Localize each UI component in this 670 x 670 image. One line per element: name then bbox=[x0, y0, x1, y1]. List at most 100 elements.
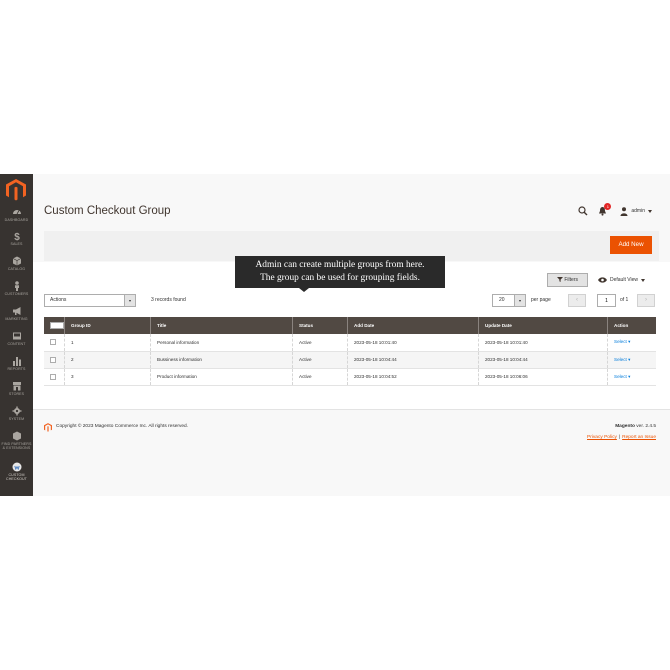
col-header-add-date[interactable]: Add Date bbox=[347, 317, 479, 334]
select-link[interactable]: Select bbox=[614, 357, 627, 362]
row-checkbox[interactable] bbox=[50, 373, 56, 380]
search-icon[interactable] bbox=[578, 206, 588, 216]
next-page-button[interactable]: › bbox=[637, 294, 655, 307]
mass-actions-dropdown[interactable]: Actions ▾ bbox=[44, 294, 136, 307]
report-issue-link[interactable]: Report an Issue bbox=[622, 435, 656, 440]
col-header-group-id[interactable]: Group ID bbox=[64, 317, 151, 334]
cell-add-date: 2023-05-18 10:01:40 bbox=[347, 334, 479, 352]
col-header-title[interactable]: Title bbox=[150, 317, 293, 334]
previous-page-button[interactable]: ‹ bbox=[568, 294, 586, 307]
box-icon bbox=[12, 431, 21, 441]
sidebar-item-label: System bbox=[8, 417, 25, 421]
admin-window: Dashboard $ Sales Catalog Customers Mark… bbox=[0, 174, 670, 496]
sidebar-item-customers[interactable]: Customers bbox=[0, 281, 33, 296]
chevron-down-icon bbox=[640, 278, 645, 282]
cell-status: Active bbox=[292, 351, 348, 369]
user-icon bbox=[620, 206, 628, 216]
col-header-action: Action bbox=[607, 317, 656, 334]
row-action-select[interactable]: Select ▾ bbox=[607, 368, 656, 386]
chevron-down-icon: ▾ bbox=[628, 356, 631, 362]
select-link[interactable]: Select bbox=[614, 339, 627, 344]
table-row[interactable]: 2 Bussiness information Active 2023-05-1… bbox=[44, 351, 656, 369]
magento-footer-logo-icon bbox=[44, 423, 52, 432]
sidebar-item-reports[interactable]: Reports bbox=[0, 356, 33, 371]
sidebar-item-label: Reports bbox=[7, 367, 26, 371]
cell-update-date: 2023-05-18 10:04:44 bbox=[478, 351, 608, 369]
content-icon bbox=[12, 332, 21, 340]
cell-title: Product information bbox=[150, 368, 293, 386]
version-text: Magento ver. 2.4.5 bbox=[615, 424, 656, 429]
eye-icon bbox=[598, 277, 607, 283]
page-total-label: of 1 bbox=[620, 297, 629, 303]
per-page-label: per page bbox=[531, 297, 551, 303]
table-row[interactable]: 1 Personal information Active 2023-05-18… bbox=[44, 334, 656, 352]
cell-group-id: 1 bbox=[64, 334, 151, 352]
cell-update-date: 2023-05-18 10:06:06 bbox=[478, 368, 608, 386]
row-checkbox[interactable] bbox=[50, 356, 56, 363]
magento-logo-icon[interactable] bbox=[6, 179, 26, 201]
version-number: ver. 2.4.5 bbox=[636, 424, 656, 429]
cube-icon bbox=[12, 256, 21, 266]
chevron-down-icon: ▾ bbox=[628, 373, 631, 379]
add-new-button[interactable]: Add New bbox=[610, 236, 652, 254]
bar-chart-icon bbox=[12, 357, 21, 366]
sidebar-item-catalog[interactable]: Catalog bbox=[0, 256, 33, 271]
sidebar-item-custom-checkout[interactable]: Custom Checkout bbox=[0, 462, 33, 482]
copyright-text: Copyright © 2023 Magento Commerce Inc. A… bbox=[56, 424, 189, 429]
table-header-row: Group ID Title Status Add Date Update Da… bbox=[44, 317, 656, 334]
select-link[interactable]: Select bbox=[614, 374, 627, 379]
col-header-status[interactable]: Status bbox=[292, 317, 348, 334]
records-count: 3 records found bbox=[151, 297, 186, 303]
row-action-select[interactable]: Select ▾ bbox=[607, 351, 656, 369]
page-footer: Copyright © 2023 Magento Commerce Inc. A… bbox=[33, 409, 670, 496]
mass-actions-label: Actions bbox=[50, 297, 67, 303]
admin-sidebar: Dashboard $ Sales Catalog Customers Mark… bbox=[0, 174, 33, 496]
sidebar-item-dashboard[interactable]: Dashboard bbox=[0, 207, 33, 222]
page-number-input[interactable] bbox=[597, 294, 616, 307]
dropdown-arrow-icon: ▾ bbox=[514, 295, 525, 306]
sidebar-item-partners[interactable]: Find Partners & Extensions bbox=[0, 431, 33, 451]
sidebar-item-content[interactable]: Content bbox=[0, 331, 33, 346]
svg-text:$: $ bbox=[14, 232, 20, 241]
sidebar-item-marketing[interactable]: Marketing bbox=[0, 306, 33, 321]
sidebar-item-label: Content bbox=[7, 342, 26, 346]
sidebar-item-label: Stores bbox=[8, 392, 25, 396]
cell-add-date: 2023-05-18 10:04:44 bbox=[347, 351, 479, 369]
notification-count-badge: 1 bbox=[604, 203, 612, 210]
col-header-update-date[interactable]: Update Date bbox=[478, 317, 608, 334]
sidebar-item-stores[interactable]: Stores bbox=[0, 381, 33, 396]
sidebar-item-system[interactable]: System bbox=[0, 406, 33, 421]
table-row[interactable]: 3 Product information Active 2023-05-18 … bbox=[44, 368, 656, 386]
sidebar-item-label: Customers bbox=[4, 292, 29, 296]
store-icon bbox=[12, 382, 21, 391]
sidebar-item-sales[interactable]: $ Sales bbox=[0, 231, 33, 246]
user-menu[interactable]: admin bbox=[620, 206, 652, 216]
link-separator: | bbox=[618, 435, 621, 440]
filter-funnel-icon bbox=[556, 277, 563, 283]
filters-button[interactable]: Filters bbox=[547, 273, 588, 287]
dollar-icon: $ bbox=[14, 232, 20, 241]
row-checkbox[interactable] bbox=[50, 339, 56, 346]
header-actions: 1 admin bbox=[578, 203, 652, 217]
cell-group-id: 3 bbox=[64, 368, 151, 386]
callout-line-2: The group can be used for grouping field… bbox=[260, 273, 420, 283]
checkout-icon bbox=[12, 462, 21, 472]
sidebar-item-label: Custom Checkout bbox=[6, 473, 27, 482]
filters-label: Filters bbox=[564, 277, 578, 283]
view-label: Default View bbox=[610, 277, 638, 283]
row-action-select[interactable]: Select ▾ bbox=[607, 334, 656, 352]
select-all-header[interactable] bbox=[44, 317, 65, 334]
annotation-callout: Admin can create multiple groups from he… bbox=[235, 256, 445, 292]
user-name: admin bbox=[631, 208, 645, 214]
view-switcher[interactable]: Default View bbox=[598, 273, 645, 287]
sidebar-item-label: Dashboard bbox=[4, 218, 29, 222]
mass-select-checkbox[interactable] bbox=[50, 322, 64, 329]
gear-icon bbox=[12, 406, 21, 416]
footer-links: Privacy Policy | Report an Issue bbox=[587, 435, 656, 440]
chevron-down-icon: ▾ bbox=[628, 339, 631, 345]
sidebar-item-label: Sales bbox=[10, 242, 23, 246]
cell-group-id: 2 bbox=[64, 351, 151, 369]
notifications-button[interactable]: 1 bbox=[598, 203, 612, 216]
privacy-policy-link[interactable]: Privacy Policy bbox=[587, 435, 617, 440]
per-page-dropdown[interactable]: 20 ▾ bbox=[492, 294, 526, 307]
